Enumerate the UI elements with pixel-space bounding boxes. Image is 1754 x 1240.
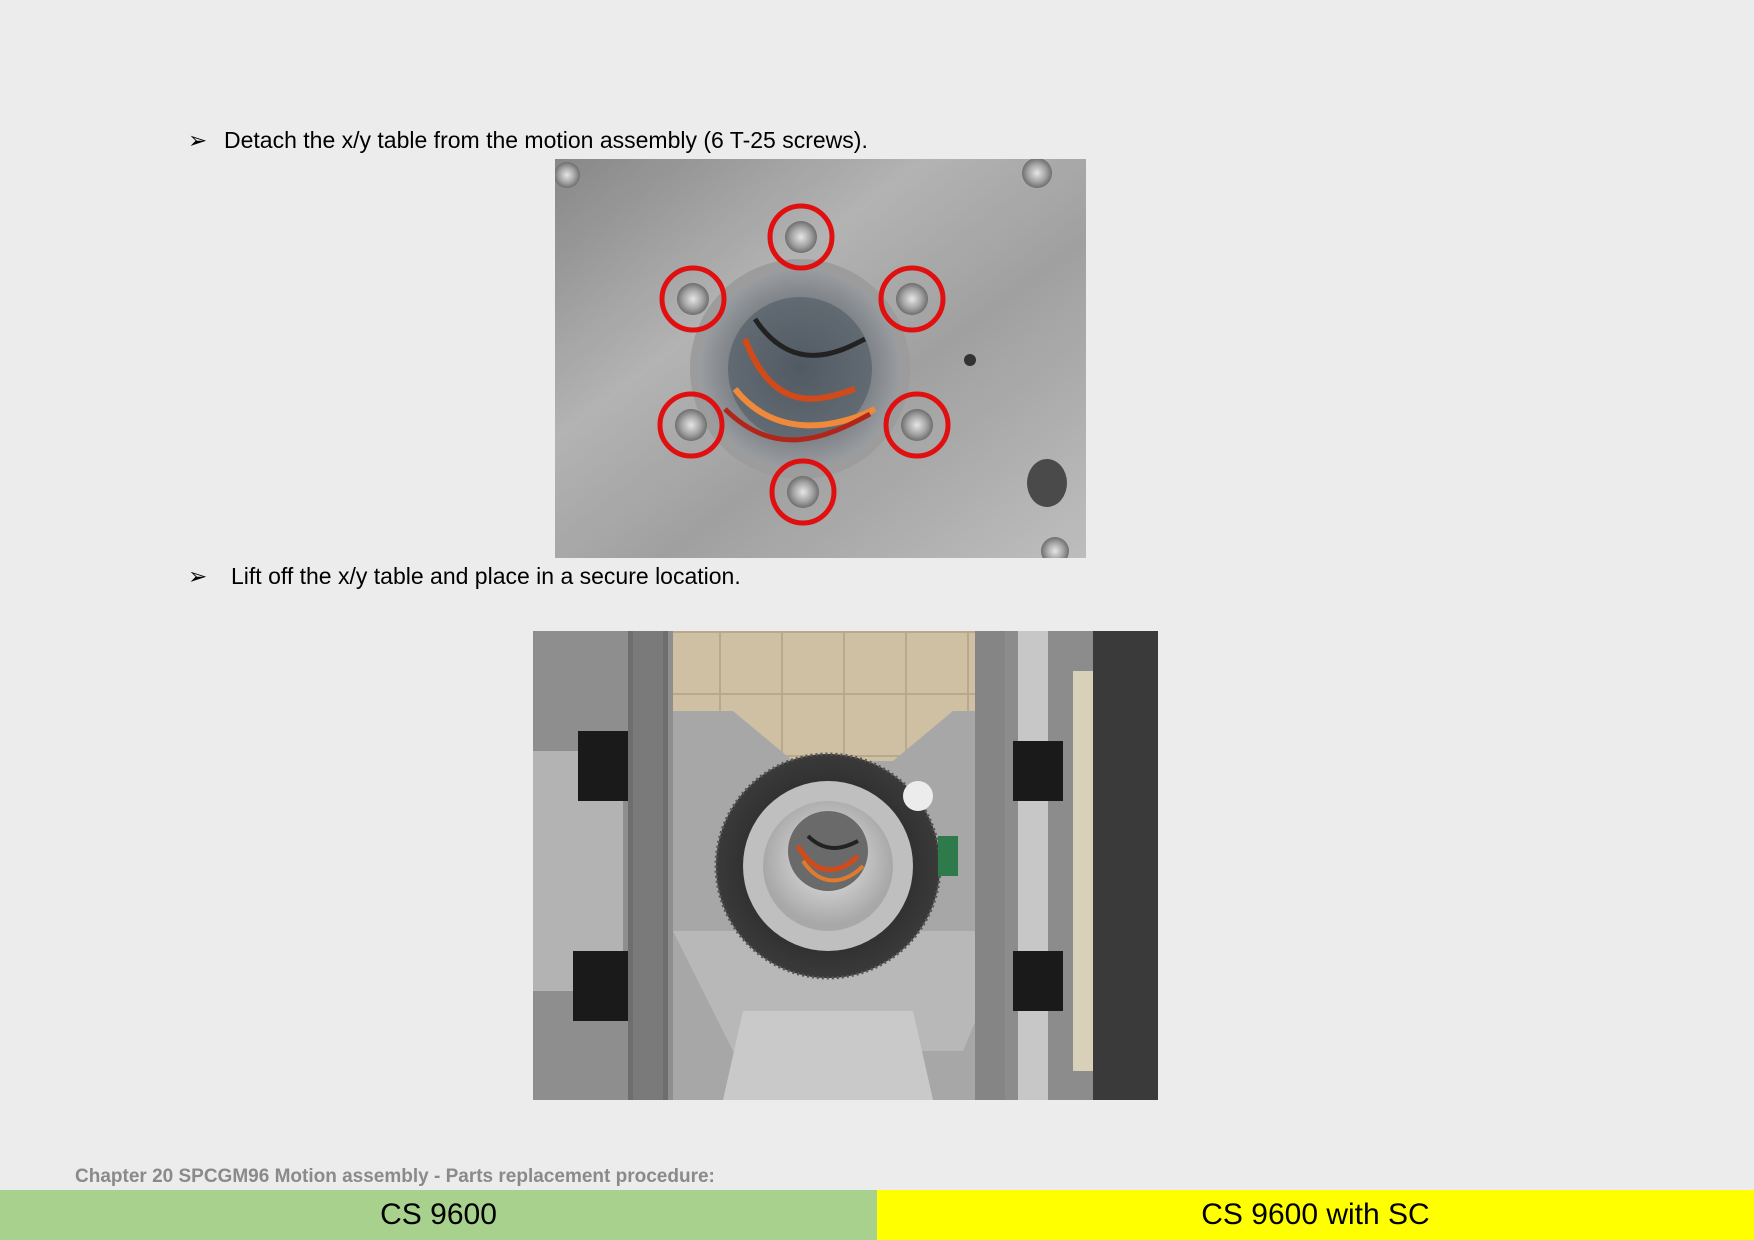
footer-bar: CS 9600 CS 9600 with SC	[0, 1190, 1754, 1240]
step-lift-off-xy-table: ➢ Lift off the x/y table and place in a s…	[188, 562, 741, 590]
bullet-arrow-icon: ➢	[188, 563, 208, 589]
product-label-cs9600-sc: CS 9600 with SC	[877, 1190, 1754, 1240]
bullet-arrow-icon: ➢	[188, 127, 208, 153]
step-text: Detach the x/y table from the motion ass…	[224, 127, 868, 153]
motion-assembly-photo	[533, 631, 1158, 1100]
xy-table-screws-photo	[555, 159, 1086, 558]
chapter-title: Chapter 20 SPCGM96 Motion assembly - Par…	[75, 1166, 715, 1187]
step-text: Lift off the x/y table and place in a se…	[231, 563, 741, 589]
product-label-cs9600: CS 9600	[0, 1190, 877, 1240]
step-detach-xy-table: ➢ Detach the x/y table from the motion as…	[188, 126, 868, 154]
